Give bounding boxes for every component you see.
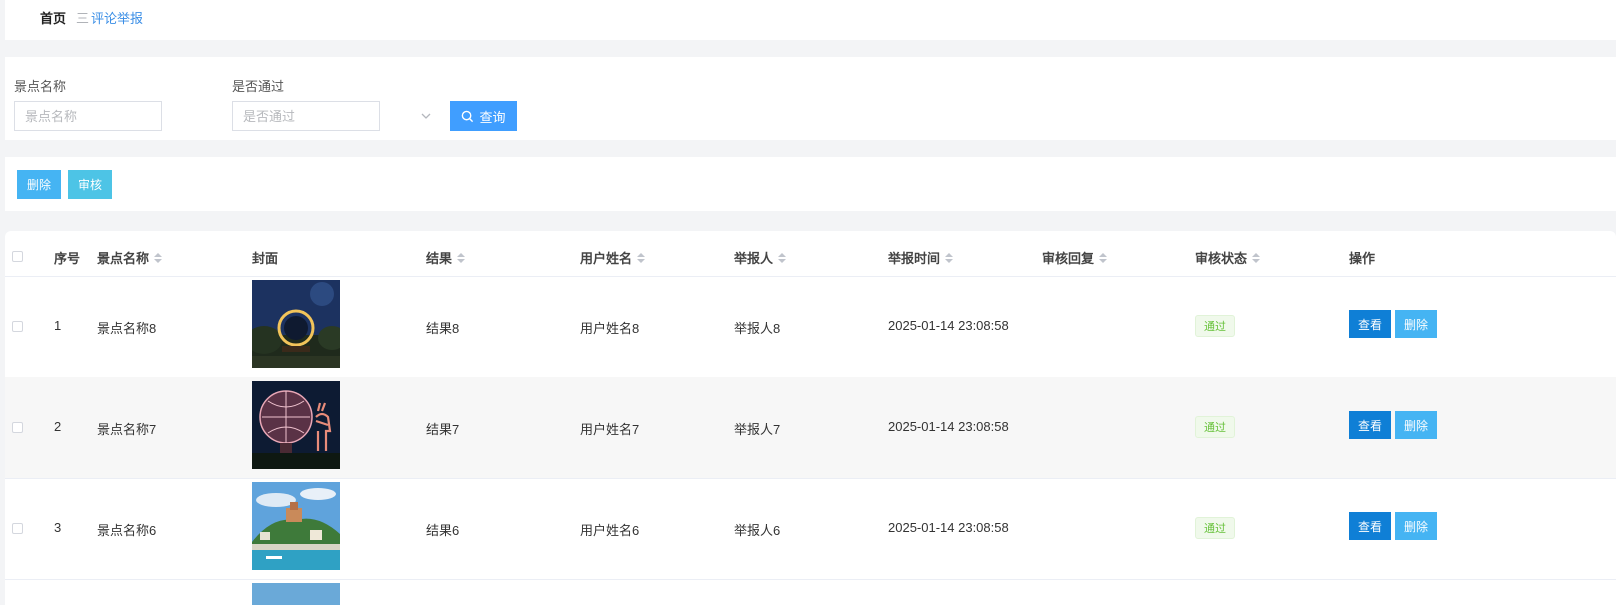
col-report-time[interactable]: 举报时间 xyxy=(888,248,954,267)
table-header: 序号 景点名称 封面 结果 用户姓名 举报人 举报时间 审核回复 审核状态 操作 xyxy=(5,231,1616,277)
delete-button[interactable]: 删除 xyxy=(1395,512,1437,540)
sort-icon[interactable] xyxy=(154,252,163,263)
row-checkbox[interactable] xyxy=(12,422,23,433)
col-index: 序号 xyxy=(54,251,81,266)
cell-spot-name: 景点名称7 xyxy=(97,422,157,437)
row-checkbox[interactable] xyxy=(12,523,23,534)
cell-reporter: 举报人8 xyxy=(734,321,781,336)
cell-index: 1 xyxy=(54,318,62,333)
cover-image[interactable] xyxy=(252,583,340,605)
cell-result: 结果7 xyxy=(426,422,460,437)
col-result[interactable]: 结果 xyxy=(426,248,466,267)
status-badge: 通过 xyxy=(1195,416,1235,438)
cover-image[interactable] xyxy=(252,381,340,469)
sort-icon[interactable] xyxy=(637,252,646,263)
table-row: 1 景点名称8 结果8 用户姓名8 举报人8 2025-01-14 23:08:… xyxy=(5,276,1616,378)
cell-reporter: 举报人7 xyxy=(734,422,781,437)
cell-index: 3 xyxy=(54,520,62,535)
cell-user-name: 用户姓名7 xyxy=(580,422,640,437)
chevron-down-icon[interactable] xyxy=(419,109,433,123)
cell-reporter: 举报人6 xyxy=(734,523,781,538)
view-button[interactable]: 查看 xyxy=(1349,411,1391,439)
table-row xyxy=(5,579,1616,605)
cell-result: 结果6 xyxy=(426,523,460,538)
breadcrumb: 首页 三 评论举报 xyxy=(5,0,1616,40)
cell-result: 结果8 xyxy=(426,321,460,336)
breadcrumb-current[interactable]: 评论举报 xyxy=(91,8,143,27)
table-row: 2 景点名称7 结果7 用户姓名7 举报人7 2025-01-14 23:08:… xyxy=(5,377,1616,479)
cover-image[interactable] xyxy=(252,482,340,570)
cell-spot-name: 景点名称8 xyxy=(97,321,157,336)
cell-user-name: 用户姓名8 xyxy=(580,321,640,336)
select-all-checkbox[interactable] xyxy=(12,251,23,262)
delete-button[interactable]: 删除 xyxy=(1395,310,1437,338)
sort-icon[interactable] xyxy=(1099,252,1108,263)
cover-image[interactable] xyxy=(252,280,340,368)
search-button[interactable]: 查询 xyxy=(450,101,517,131)
cell-report-time: 2025-01-14 23:08:58 xyxy=(888,520,1009,535)
audit-button[interactable]: 审核 xyxy=(68,170,112,199)
cell-report-time: 2025-01-14 23:08:58 xyxy=(888,419,1009,434)
row-checkbox[interactable] xyxy=(12,321,23,332)
breadcrumb-home[interactable]: 首页 xyxy=(40,8,66,27)
search-icon xyxy=(462,110,474,122)
sort-icon[interactable] xyxy=(945,252,954,263)
col-audit-status[interactable]: 审核状态 xyxy=(1195,248,1261,267)
col-reporter[interactable]: 举报人 xyxy=(734,248,787,267)
spot-name-label: 景点名称 xyxy=(14,79,67,94)
delete-button[interactable]: 删除 xyxy=(1395,411,1437,439)
view-button[interactable]: 查看 xyxy=(1349,310,1391,338)
search-button-label: 查询 xyxy=(479,109,506,125)
passed-label: 是否通过 xyxy=(232,79,285,94)
cell-spot-name: 景点名称6 xyxy=(97,523,157,538)
col-operation: 操作 xyxy=(1349,251,1376,266)
spot-name-input[interactable] xyxy=(14,101,162,131)
cell-index: 2 xyxy=(54,419,62,434)
cell-user-name: 用户姓名6 xyxy=(580,523,640,538)
col-cover: 封面 xyxy=(252,251,279,266)
sort-icon[interactable] xyxy=(778,252,787,263)
sort-icon[interactable] xyxy=(1252,252,1261,263)
report-table: 序号 景点名称 封面 结果 用户姓名 举报人 举报时间 审核回复 审核状态 操作… xyxy=(5,231,1616,605)
breadcrumb-separator: 三 xyxy=(76,11,90,26)
search-form: 景点名称 是否通过 查询 xyxy=(5,57,1616,140)
status-badge: 通过 xyxy=(1195,315,1235,337)
view-button[interactable]: 查看 xyxy=(1349,512,1391,540)
batch-delete-button[interactable]: 删除 xyxy=(17,170,61,199)
col-audit-reply[interactable]: 审核回复 xyxy=(1042,248,1108,267)
status-badge: 通过 xyxy=(1195,517,1235,539)
passed-select[interactable] xyxy=(232,101,380,131)
col-spot-name[interactable]: 景点名称 xyxy=(97,248,163,267)
table-row: 3 景点名称6 结果6 用户姓名6 举报人6 2025-01-14 23:08:… xyxy=(5,478,1616,580)
action-bar: 删除 审核 xyxy=(5,157,1616,211)
sort-icon[interactable] xyxy=(457,252,466,263)
cell-report-time: 2025-01-14 23:08:58 xyxy=(888,318,1009,333)
col-user-name[interactable]: 用户姓名 xyxy=(580,248,646,267)
